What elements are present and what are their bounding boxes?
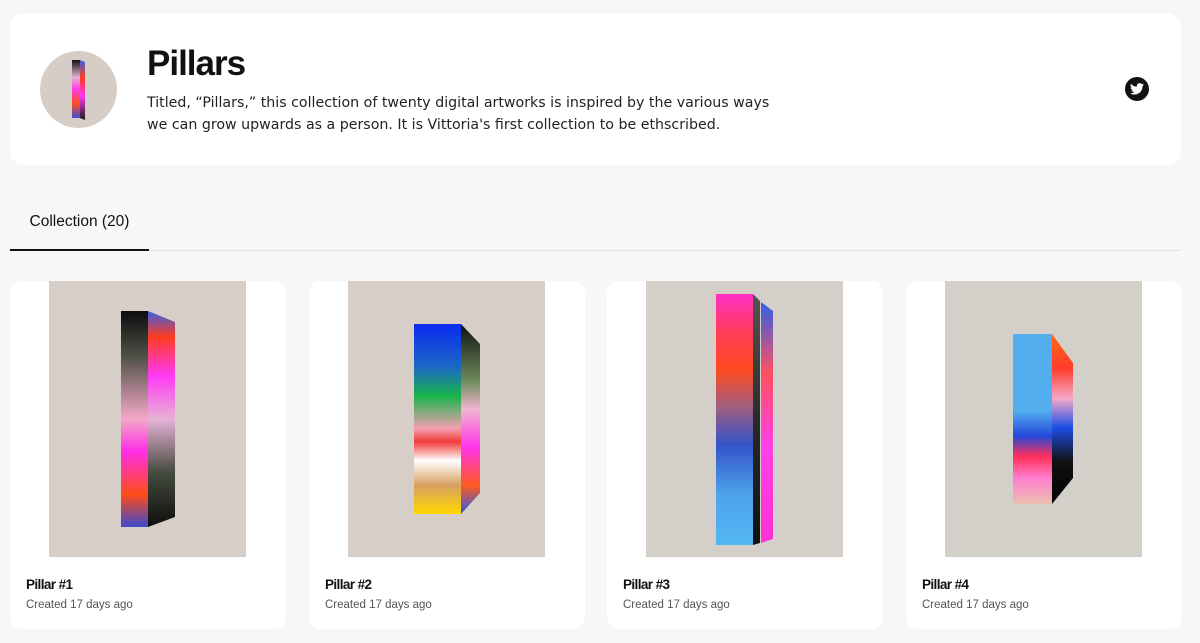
collection-avatar bbox=[40, 51, 117, 128]
nft-name: Pillar #1 bbox=[26, 577, 73, 592]
twitter-icon[interactable] bbox=[1125, 77, 1149, 101]
nft-created-date: Created 17 days ago bbox=[623, 599, 730, 611]
nft-created-date: Created 17 days ago bbox=[325, 599, 432, 611]
pillar-1-artwork bbox=[49, 281, 246, 557]
nft-card-pillar-1[interactable]: Pillar #1 Created 17 days ago bbox=[10, 281, 286, 629]
nft-name: Pillar #3 bbox=[623, 577, 670, 592]
collection-description: Titled, “Pillars,” this collection of tw… bbox=[147, 95, 770, 133]
collection-title: Pillars bbox=[147, 44, 246, 83]
pillar-3-artwork bbox=[646, 281, 843, 557]
pillar-4-artwork bbox=[945, 281, 1142, 557]
nft-name: Pillar #4 bbox=[922, 577, 969, 592]
nft-name: Pillar #2 bbox=[325, 577, 372, 592]
tab-collection[interactable]: Collection (20) bbox=[10, 200, 149, 251]
pillar-2-artwork bbox=[348, 281, 545, 557]
nft-card-pillar-3[interactable]: Pillar #3 Created 17 days ago bbox=[607, 281, 883, 629]
nft-created-date: Created 17 days ago bbox=[922, 599, 1029, 611]
collection-header-card: Pillars Titled, “Pillars,” this collecti… bbox=[10, 13, 1181, 165]
nft-card-pillar-4[interactable]: Pillar #4 Created 17 days ago bbox=[906, 281, 1182, 629]
collection-tabs: Collection (20) bbox=[10, 200, 1181, 251]
nft-created-date: Created 17 days ago bbox=[26, 599, 133, 611]
nft-card-pillar-2[interactable]: Pillar #2 Created 17 days ago bbox=[309, 281, 585, 629]
